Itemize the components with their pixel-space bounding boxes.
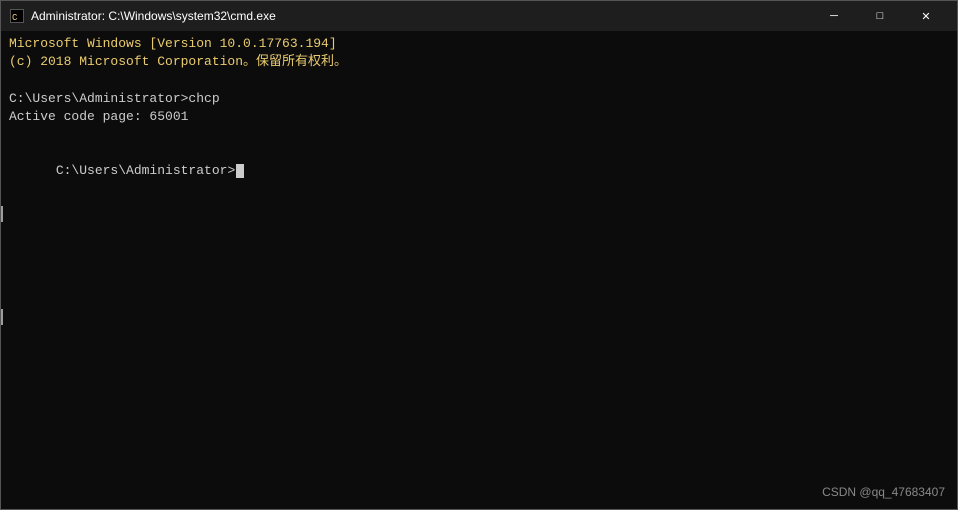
terminal-line-6 [9,126,949,144]
minimize-button[interactable]: ─ [811,1,857,31]
cursor [236,164,244,178]
terminal-line-3 [9,71,949,89]
window-title: Administrator: C:\Windows\system32\cmd.e… [31,9,276,23]
cmd-window: C Administrator: C:\Windows\system32\cmd… [0,0,958,510]
watermark: CSDN @qq_47683407 [822,484,945,501]
terminal-body[interactable]: Microsoft Windows [Version 10.0.17763.19… [1,31,957,509]
terminal-line-2: (c) 2018 Microsoft Corporation。保留所有权利。 [9,53,949,71]
title-bar-left: C Administrator: C:\Windows\system32\cmd… [9,8,276,24]
selection-indicator-2 [1,309,3,325]
prompt-text: C:\Users\Administrator> [56,163,235,178]
terminal-line-4: C:\Users\Administrator>chcp [9,90,949,108]
cmd-icon: C [9,8,25,24]
maximize-button[interactable]: □ [857,1,903,31]
title-bar: C Administrator: C:\Windows\system32\cmd… [1,1,957,31]
selection-indicator-1 [1,206,3,222]
terminal-line-1: Microsoft Windows [Version 10.0.17763.19… [9,35,949,53]
terminal-prompt: C:\Users\Administrator> [9,144,949,199]
svg-text:C: C [12,13,18,22]
terminal-line-5: Active code page: 65001 [9,108,949,126]
title-bar-controls: ─ □ ✕ [811,1,949,31]
close-button[interactable]: ✕ [903,1,949,31]
